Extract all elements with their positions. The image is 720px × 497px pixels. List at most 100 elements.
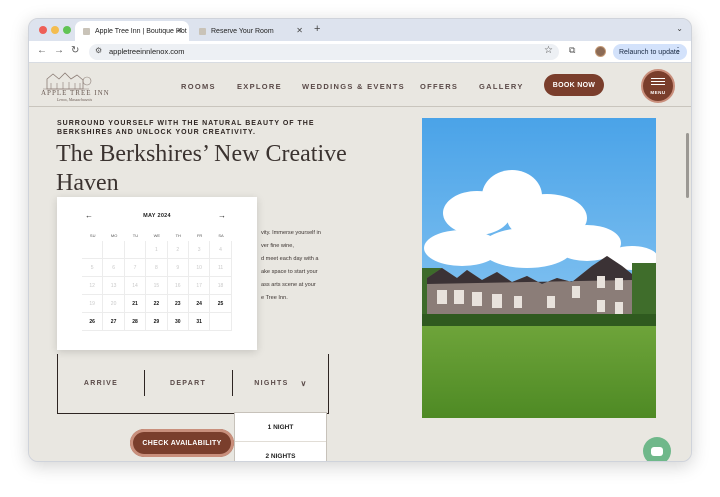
calendar-day[interactable]: 25	[210, 295, 232, 313]
check-availability-button[interactable]: CHECK AVAILABILITY	[130, 429, 234, 457]
arrive-label: ARRIVE	[83, 379, 119, 387]
nav-gallery[interactable]: GALLERY	[479, 82, 524, 91]
menu-label: MENU	[650, 90, 666, 95]
site-header: APPLE TREE INN Lenox, Massachusetts ROOM…	[29, 63, 691, 107]
calendar-day: 4	[210, 241, 232, 259]
nights-option-2[interactable]: 2 NIGHTS	[235, 442, 326, 461]
calendar-day: 12	[82, 277, 104, 295]
extensions-icon[interactable]: ⧉	[569, 45, 575, 56]
calendar-day: 15	[146, 277, 168, 295]
url-text: appletreeinnlenox.com	[109, 47, 185, 56]
weekday-label: TU	[132, 233, 139, 238]
calendar-grid: SU MO TU WE TH FR SA 1 2 3 4 5 6 7 8 9 10 11 12 13 14 15 16 17 1…	[82, 230, 232, 331]
calendar-week: 5 6 7 8 9 10 11	[82, 259, 232, 277]
close-tab-icon[interactable]: ✕	[296, 26, 303, 35]
calendar-day: 8	[146, 259, 168, 277]
new-tab-icon[interactable]: +	[314, 23, 320, 35]
close-tab-icon[interactable]: ✕	[176, 26, 183, 35]
weekday-label: TH	[175, 233, 181, 238]
tagline: SURROUND YOURSELF WITH THE NATURAL BEAUT…	[57, 120, 315, 136]
tab-bar: Apple Tree Inn | Boutique Hot ✕ Reserve …	[29, 19, 691, 41]
calendar-day[interactable]: 31	[188, 313, 211, 331]
tab-label: Apple Tree Inn | Boutique Hot	[95, 27, 187, 35]
calendar-prev-icon[interactable]: ←	[85, 211, 93, 220]
calendar-day[interactable]: 23	[167, 295, 189, 313]
intro-line: vity. Immerse yourself in	[261, 230, 321, 236]
intro-text: vity. Immerse yourself in ver fine wine,…	[261, 227, 333, 305]
more-icon[interactable]: ⋮	[674, 46, 682, 55]
hero-image	[422, 118, 656, 418]
calendar-day: 20	[103, 295, 125, 313]
calendar-empty-cell	[82, 241, 104, 259]
calendar-day: 1	[146, 241, 168, 259]
nav-weddings-events[interactable]: WEDDINGS & EVENTS	[302, 82, 405, 91]
calendar-empty-cell	[210, 313, 232, 331]
calendar-next-icon[interactable]: →	[218, 211, 226, 220]
page-scrollbar[interactable]	[686, 133, 689, 198]
nights-dropdown: 1 NIGHT 2 NIGHTS	[234, 412, 327, 461]
book-now-button[interactable]: BOOK NOW	[544, 74, 604, 96]
calendar-day: 2	[167, 241, 189, 259]
url-field[interactable]: ⚙ appletreeinnlenox.com ☆	[89, 44, 559, 60]
nights-option-1[interactable]: 1 NIGHT	[235, 413, 326, 442]
calendar-day: 3	[188, 241, 211, 259]
inn-illustration-icon	[43, 72, 92, 90]
intro-line: ver fine wine,	[261, 243, 294, 249]
relaunch-button[interactable]: Relaunch to update ⋮	[613, 44, 687, 60]
maximize-window-dot[interactable]	[63, 26, 71, 34]
reload-icon[interactable]: ↻	[71, 45, 79, 56]
chat-button[interactable]	[643, 437, 671, 461]
logo-text: APPLE TREE INN	[41, 89, 110, 97]
browser-window: Apple Tree Inn | Boutique Hot ✕ Reserve …	[28, 18, 692, 462]
tab-apple-tree-inn[interactable]: Apple Tree Inn | Boutique Hot ✕	[75, 21, 189, 41]
calendar-day: 7	[124, 259, 147, 277]
profile-icon[interactable]	[595, 46, 606, 57]
chevron-down-icon: ∨	[300, 378, 308, 388]
calendar-day[interactable]: 21	[124, 295, 147, 313]
calendar-day[interactable]: 26	[82, 313, 104, 331]
menu-button[interactable]: MENU	[641, 69, 675, 103]
calendar-month: MAY 2024	[143, 213, 171, 219]
calendar-day: 5	[82, 259, 104, 277]
favicon-icon	[83, 27, 90, 35]
calendar-day[interactable]: 27	[103, 313, 125, 331]
tab-reserve-room[interactable]: Reserve Your Room ✕	[191, 21, 309, 41]
website: APPLE TREE INN Lenox, Massachusetts ROOM…	[29, 63, 691, 461]
calendar-day: 16	[167, 277, 189, 295]
weekday-label: WE	[153, 233, 161, 238]
logo[interactable]: APPLE TREE INN Lenox, Massachusetts	[41, 69, 109, 103]
date-picker[interactable]: ← MAY 2024 → SU MO TU WE TH FR SA 1 2 3 4 5 6 7 8 9 10 11…	[57, 197, 257, 350]
nav-rooms[interactable]: ROOMS	[181, 82, 216, 91]
forward-icon[interactable]: →	[54, 45, 64, 56]
tab-search-icon[interactable]: ⌄	[676, 24, 683, 33]
calendar-day: 10	[188, 259, 211, 277]
calendar-day[interactable]: 22	[146, 295, 168, 313]
calendar-day: 11	[210, 259, 232, 277]
calendar-day: 13	[103, 277, 125, 295]
calendar-week: 26 27 28 29 30 31	[82, 313, 232, 331]
hamburger-icon	[651, 78, 665, 87]
calendar-day: 18	[210, 277, 232, 295]
page-title: The Berkshires’ New Creative Haven	[56, 141, 347, 196]
nav-explore[interactable]: EXPLORE	[237, 82, 282, 91]
nav-offers[interactable]: OFFERS	[420, 82, 458, 91]
depart-field[interactable]: DEPART	[145, 370, 231, 396]
depart-label: DEPART	[169, 379, 207, 387]
weekday-label: FR	[196, 233, 203, 238]
calendar-day[interactable]: 30	[167, 313, 189, 331]
site-info-icon[interactable]: ⚙	[95, 46, 102, 55]
nights-select[interactable]: NIGHTS ∨	[233, 370, 329, 396]
logo-subtext: Lenox, Massachusetts	[57, 97, 93, 102]
calendar-day[interactable]: 24	[188, 295, 211, 313]
back-icon[interactable]: ←	[37, 45, 47, 56]
calendar-day[interactable]: 29	[146, 313, 168, 331]
arrive-field[interactable]: ARRIVE	[58, 370, 144, 396]
tab-label: Reserve Your Room	[211, 27, 274, 35]
calendar-day: 9	[167, 259, 189, 277]
weekday-label: MO	[110, 233, 118, 238]
calendar-day[interactable]: 28	[124, 313, 147, 331]
star-icon[interactable]: ☆	[544, 45, 553, 56]
calendar-day: 6	[103, 259, 125, 277]
minimize-window-dot[interactable]	[51, 26, 59, 34]
close-window-dot[interactable]	[39, 26, 47, 34]
